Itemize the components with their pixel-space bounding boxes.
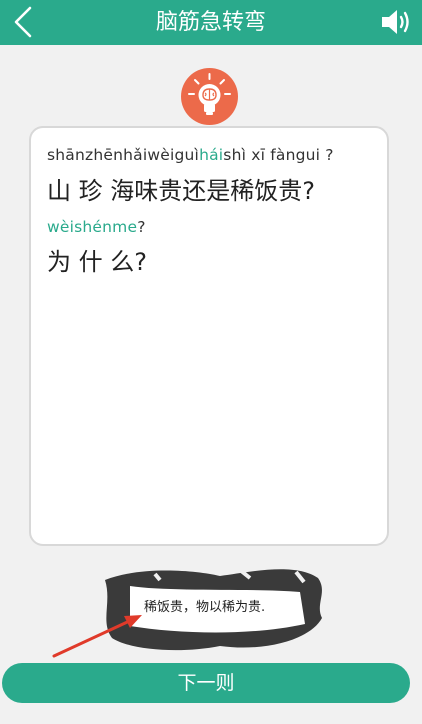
pinyin-segment: shānzhēnhǎiwèiguì: [47, 146, 200, 164]
sound-button[interactable]: [380, 7, 412, 37]
pinyin-highlight: hái: [199, 146, 224, 164]
question-card: shānzhēnhǎiwèiguìháishì xī fàngui ? 山 珍 …: [29, 126, 389, 546]
pinyin-segment: ?: [137, 218, 146, 236]
answer-text: 稀饭贵，物以稀为贵.: [144, 600, 266, 615]
arrow-annotation-icon: [52, 615, 142, 658]
page-title: 脑筋急转弯: [155, 10, 266, 35]
lightbulb-brain-icon: [181, 68, 238, 125]
pinyin-highlight: wèishénme: [47, 218, 138, 236]
question-hanzi-line-2: 为 什 么?: [47, 248, 147, 276]
pinyin-segment: shì xī fàngui ?: [223, 146, 334, 164]
next-button[interactable]: 下一则: [2, 663, 410, 703]
speaker-volume-icon: [382, 10, 409, 34]
question-pinyin-line-2: wèishénme?: [47, 218, 146, 236]
question-hanzi-line-1: 山 珍 海味贵还是稀饭贵?: [47, 177, 315, 205]
top-bar: 脑筋急转弯: [0, 0, 422, 45]
question-pinyin-line-1: shānzhēnhǎiwèiguìháishì xī fàngui ?: [47, 146, 334, 164]
